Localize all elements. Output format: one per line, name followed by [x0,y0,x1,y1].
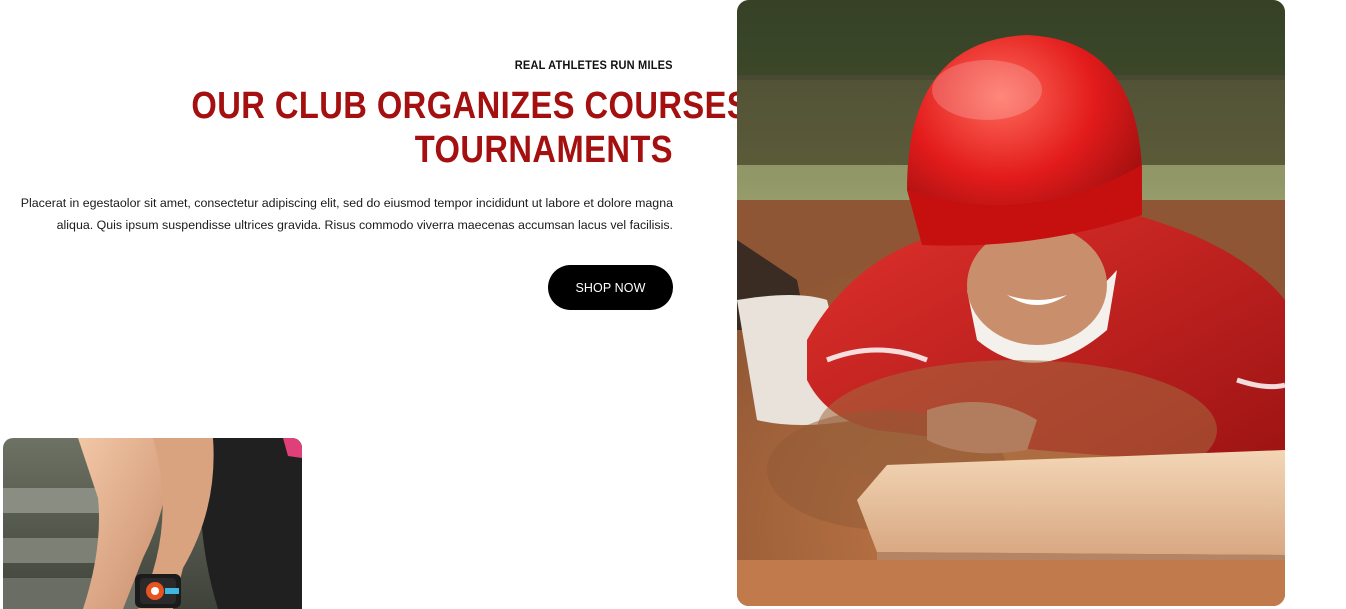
eyebrow-text: REAL ATHLETES RUN MILES [515,58,673,72]
promo-description: Placerat in egestaolor sit amet, consect… [20,196,673,232]
smartwatch-athlete-illustration [3,438,302,609]
shop-now-button[interactable]: SHOP NOW [548,265,673,310]
headline-line-1: OUR CLUB ORGANIZES COURSES & [191,85,783,127]
secondary-image [3,438,302,609]
page-title: OUR CLUB ORGANIZES COURSES & TOURNAMENTS [113,84,783,172]
baseball-player-illustration [737,0,1285,606]
hero-image [737,0,1285,606]
headline-line-2: TOURNAMENTS [414,129,673,171]
